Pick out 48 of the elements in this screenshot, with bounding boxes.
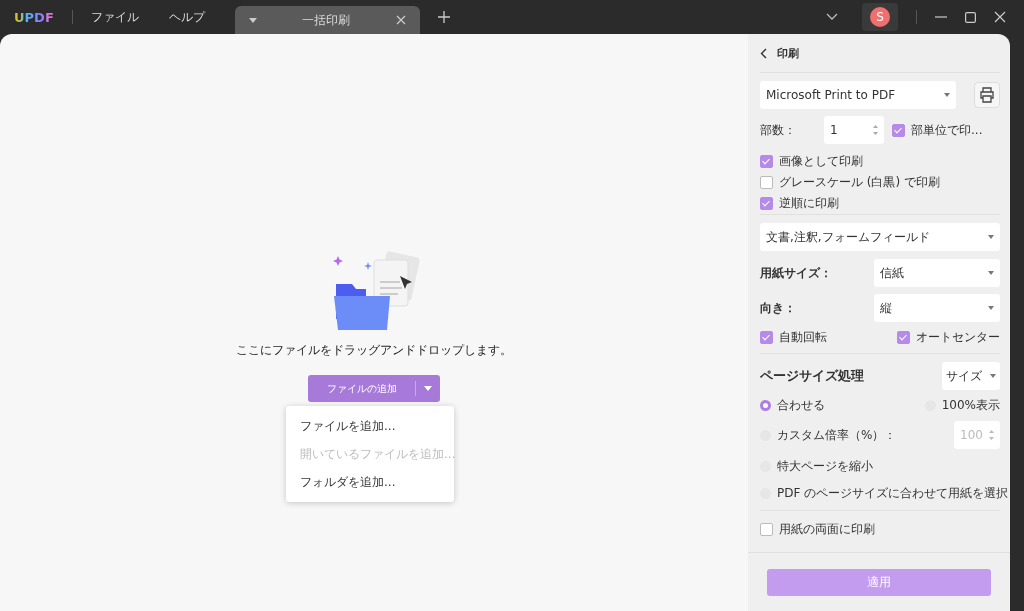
menu-item[interactable]: ヘルプ: [168, 8, 205, 26]
checkbox[interactable]: [760, 176, 773, 189]
radio-label: PDF のページサイズに合わせて用紙を選択: [777, 484, 1009, 502]
page-size-label: ページサイズ処理: [760, 367, 864, 385]
checkbox[interactable]: [897, 331, 910, 344]
panel-title: 印刷: [777, 45, 799, 61]
paper-size-select[interactable]: 信紙: [874, 259, 1000, 287]
orientation-label: 向き：: [760, 299, 796, 317]
back-icon[interactable]: [760, 47, 767, 59]
menu-item[interactable]: フォルダを追加...: [286, 468, 454, 496]
printer-icon[interactable]: [974, 82, 1000, 108]
drop-hint: ここにファイルをドラッグアンドドロップします。: [236, 342, 512, 359]
printer-select[interactable]: Microsoft Print to PDF: [760, 81, 956, 109]
radio-label: カスタム倍率（%）：: [777, 426, 897, 444]
document-tab[interactable]: 一括印刷: [234, 6, 420, 34]
checkbox-label: オートセンター: [916, 329, 1000, 346]
radio-label: 特大ページを縮小: [777, 457, 873, 475]
content-select[interactable]: 文書,注釈,フォームフィールド: [760, 223, 1000, 251]
copies-field[interactable]: 1: [824, 116, 884, 144]
checkbox[interactable]: [760, 523, 773, 536]
checkbox[interactable]: [892, 123, 905, 137]
checkbox[interactable]: [760, 155, 773, 168]
orientation-select[interactable]: 縦: [874, 294, 1000, 322]
checkbox-label: グレースケール (白黒) で印刷: [779, 174, 940, 191]
page-size-select[interactable]: サイズ: [942, 362, 1000, 390]
checkbox[interactable]: [760, 197, 773, 210]
copies-label: 部数：: [760, 121, 797, 139]
close-icon[interactable]: [395, 15, 406, 25]
chevron-down-icon[interactable]: [826, 13, 838, 21]
paper-size-label: 用紙サイズ：: [760, 264, 832, 282]
add-tab-icon[interactable]: [437, 11, 450, 23]
close-icon[interactable]: [994, 11, 1006, 23]
menu-item[interactable]: ファイル: [90, 8, 139, 26]
menu-item[interactable]: ファイルを追加...: [286, 412, 454, 440]
caret-icon[interactable]: [424, 386, 432, 391]
checkbox-label: 逆順に印刷: [779, 195, 839, 212]
spinner-icon[interactable]: [873, 124, 878, 136]
radio-label: 100%表示: [941, 397, 1000, 414]
checkbox-label: 部単位で印...: [911, 121, 983, 139]
maximize-icon[interactable]: [965, 11, 976, 23]
checkbox[interactable]: [760, 331, 773, 344]
checkbox-label: 用紙の両面に印刷: [779, 521, 875, 538]
spinner-icon[interactable]: [989, 429, 994, 441]
caret-icon[interactable]: [248, 17, 257, 23]
checkbox-label: 自動回転: [779, 329, 827, 346]
radio-button[interactable]: [760, 400, 771, 411]
radio-label: 合わせる: [777, 397, 825, 414]
checkbox-label: 画像として印刷: [779, 153, 863, 170]
